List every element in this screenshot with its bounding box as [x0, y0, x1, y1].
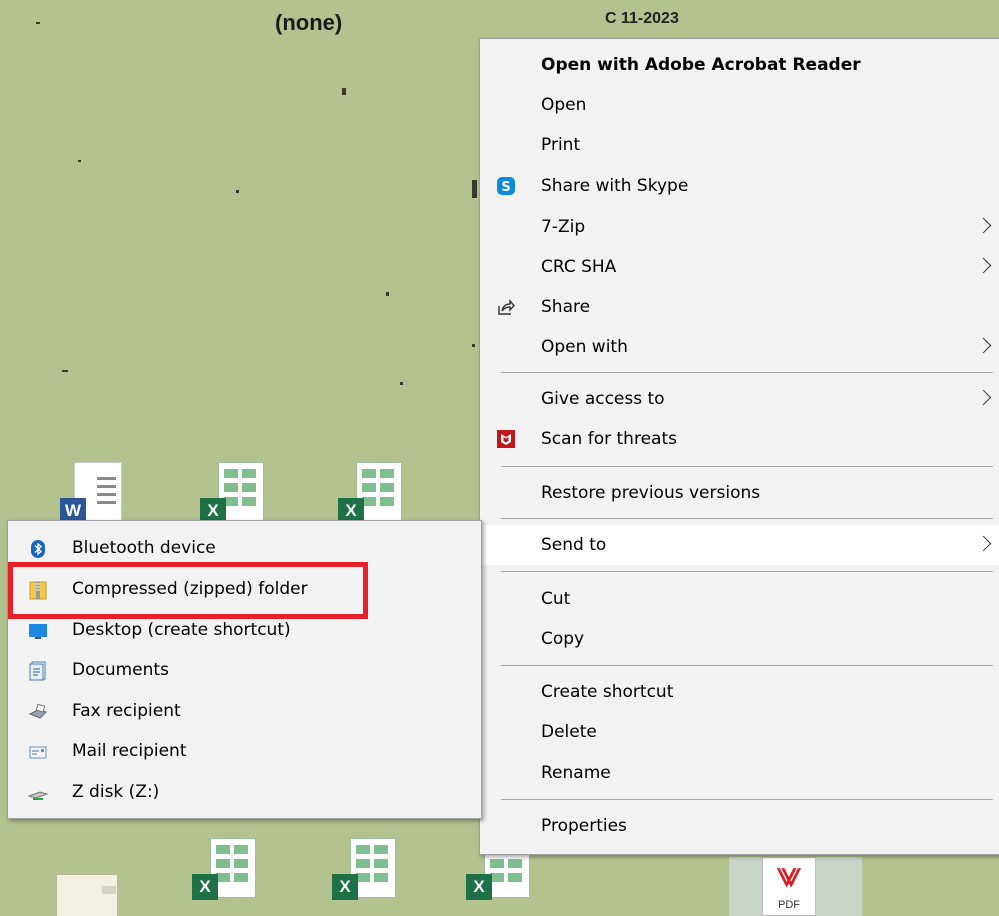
- wallpaper-speck: [236, 190, 239, 193]
- pdf-label: PDF: [778, 899, 800, 911]
- menu-item-open[interactable]: Open: [480, 85, 999, 125]
- folder-shape: [56, 874, 118, 916]
- excel-badge: X: [332, 874, 358, 900]
- chevron-right-icon: [975, 217, 992, 234]
- menu-item-rename[interactable]: Rename: [480, 753, 999, 793]
- menu-item-copy[interactable]: Copy: [480, 619, 999, 659]
- excel-workbook-icon[interactable]: X: [190, 838, 260, 900]
- annotation-highlight-box: [8, 562, 368, 619]
- context-menu: Open with Adobe Acrobat Reader Open Prin…: [479, 38, 999, 855]
- pdf-document-icon: ⨈ PDF: [762, 857, 816, 916]
- menu-item-label: Restore previous versions: [541, 483, 761, 503]
- send-to-label: Desktop (create shortcut): [72, 620, 291, 640]
- menu-separator: [501, 372, 993, 373]
- menu-separator: [501, 665, 993, 666]
- wallpaper-speck: [342, 88, 346, 95]
- menu-item-label: Create shortcut: [541, 682, 674, 702]
- menu-item-label: Copy: [541, 629, 585, 649]
- excel-badge: X: [192, 874, 218, 900]
- menu-item-print[interactable]: Print: [480, 125, 999, 165]
- menu-item-crc-sha[interactable]: CRC SHA: [480, 247, 999, 287]
- menu-separator: [501, 466, 993, 467]
- wallpaper-speck: [78, 160, 81, 162]
- fax-icon: [28, 703, 47, 719]
- wallpaper-speck: [386, 292, 389, 296]
- menu-item-share-with-skype[interactable]: S Share with Skype: [480, 166, 999, 206]
- wallpaper-speck: [472, 180, 477, 198]
- menu-item-label: Delete: [541, 722, 597, 742]
- menu-item-label: Scan for threats: [541, 429, 677, 449]
- menu-item-open-with[interactable]: Open with: [480, 327, 999, 367]
- desktop-icon: [29, 624, 47, 639]
- wallpaper-title: (none): [275, 10, 343, 35]
- selected-pdf-file[interactable]: ⨈ PDF: [729, 857, 862, 916]
- send-to-fax-recipient[interactable]: Fax recipient: [8, 692, 481, 732]
- chevron-right-icon: [975, 535, 992, 552]
- wallpaper-speck: [472, 344, 475, 347]
- excel-workbook-icon[interactable]: X: [198, 462, 268, 524]
- chevron-right-icon: [975, 337, 992, 354]
- share-icon: [498, 299, 515, 315]
- menu-item-scan-for-threats[interactable]: Scan for threats: [480, 419, 999, 459]
- menu-item-label: Share with Skype: [541, 176, 689, 196]
- menu-item-cut[interactable]: Cut: [480, 579, 999, 619]
- menu-item-share[interactable]: Share: [480, 287, 999, 327]
- menu-item-send-to[interactable]: Send to: [480, 525, 999, 565]
- menu-item-delete[interactable]: Delete: [480, 712, 999, 752]
- send-to-label: Mail recipient: [72, 741, 187, 761]
- menu-item-label: Cut: [541, 589, 571, 609]
- mail-icon: [29, 746, 47, 759]
- menu-item-label: Open with Adobe Acrobat Reader: [541, 55, 861, 75]
- bluetooth-icon: [31, 540, 45, 558]
- menu-item-give-access-to[interactable]: Give access to: [480, 379, 999, 419]
- documents-icon: [29, 661, 46, 681]
- chevron-right-icon: [975, 257, 992, 274]
- menu-item-create-shortcut[interactable]: Create shortcut: [480, 672, 999, 712]
- folder-icon[interactable]: [52, 864, 122, 916]
- menu-item-7zip[interactable]: 7-Zip: [480, 207, 999, 247]
- word-document-icon[interactable]: W: [58, 462, 128, 524]
- send-to-documents[interactable]: Documents: [8, 651, 481, 691]
- menu-item-label: Give access to: [541, 389, 665, 409]
- skype-icon: S: [497, 177, 515, 195]
- excel-workbook-icon[interactable]: X: [336, 462, 406, 524]
- excel-workbook-icon[interactable]: X: [330, 838, 400, 900]
- send-to-mail-recipient[interactable]: Mail recipient: [8, 732, 481, 772]
- send-to-label: Z disk (Z:): [72, 782, 160, 802]
- send-to-label: Documents: [72, 660, 169, 680]
- menu-item-label: Open with: [541, 337, 628, 357]
- menu-item-label: CRC SHA: [541, 257, 617, 277]
- menu-separator: [501, 799, 993, 800]
- menu-item-label: Open: [541, 95, 587, 115]
- wallpaper-speck: [36, 22, 40, 24]
- menu-separator: [501, 571, 993, 572]
- wallpaper-code: C 11-2023: [605, 10, 679, 27]
- send-to-label: Fax recipient: [72, 701, 181, 721]
- menu-item-restore-previous-versions[interactable]: Restore previous versions: [480, 473, 999, 513]
- network-drive-icon: [28, 791, 48, 800]
- menu-item-open-with-acrobat[interactable]: Open with Adobe Acrobat Reader: [480, 45, 999, 85]
- send-to-label: Bluetooth device: [72, 538, 216, 558]
- menu-separator: [501, 518, 993, 519]
- menu-item-label: Print: [541, 135, 581, 155]
- menu-item-label: Rename: [541, 763, 611, 783]
- wallpaper-speck: [62, 370, 68, 372]
- menu-item-label: 7-Zip: [541, 217, 586, 237]
- chevron-right-icon: [975, 389, 992, 406]
- folder-tab: [102, 886, 116, 894]
- svg-text:S: S: [501, 180, 510, 195]
- menu-item-label: Properties: [541, 816, 627, 836]
- excel-badge: X: [466, 874, 492, 900]
- send-to-z-disk[interactable]: Z disk (Z:): [8, 773, 481, 813]
- menu-item-properties[interactable]: Properties: [480, 806, 999, 846]
- acrobat-logo-icon: ⨈: [777, 864, 801, 892]
- menu-item-label: Share: [541, 297, 591, 317]
- menu-item-label: Send to: [541, 535, 607, 555]
- wallpaper-speck: [400, 382, 403, 385]
- mcafee-shield-icon: [497, 430, 515, 448]
